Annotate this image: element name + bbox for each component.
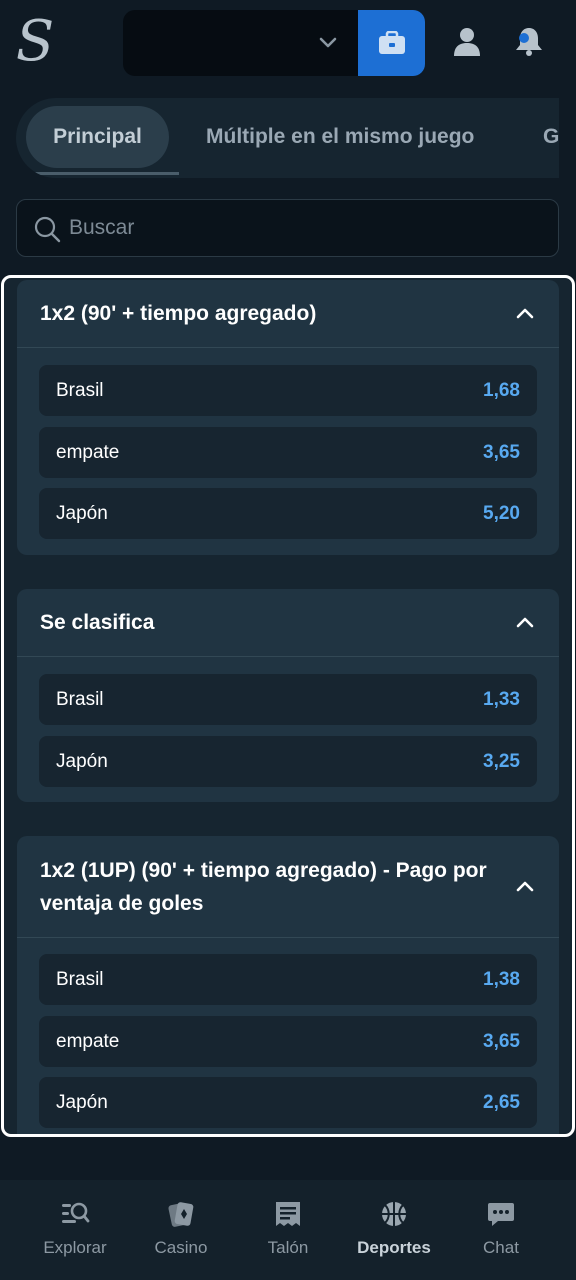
nav-explorar[interactable]: Explorar	[25, 1200, 125, 1258]
outcome-button[interactable]: Japón 2,65	[39, 1077, 537, 1128]
tab-same-game-multiple[interactable]: Múltiple en el mismo juego	[206, 106, 474, 168]
cards-icon	[168, 1202, 194, 1227]
market-card: Se clasifica Brasil 1,33 Japón 3,25	[17, 589, 559, 802]
basketball-icon	[382, 1202, 406, 1226]
search-input[interactable]	[69, 200, 539, 256]
outcome-odds: 3,25	[483, 750, 520, 772]
betslip-icon	[276, 1202, 300, 1226]
outcome-odds: 5,20	[483, 502, 520, 524]
nav-chat[interactable]: Chat	[451, 1200, 551, 1258]
outcome-button[interactable]: empate 3,65	[39, 427, 537, 478]
tab-principal[interactable]: Principal	[26, 106, 169, 168]
chevron-down-icon	[319, 37, 337, 48]
nav-label: Casino	[154, 1238, 208, 1257]
nav-label: Deportes	[357, 1238, 431, 1257]
nav-deportes[interactable]: Deportes	[344, 1200, 444, 1258]
bell-icon[interactable]	[512, 24, 546, 58]
market-card: 1x2 (90' + tiempo agregado) Brasil 1,68 …	[17, 280, 559, 555]
chevron-up-icon[interactable]	[515, 877, 535, 897]
balance-dropdown[interactable]	[123, 10, 359, 76]
outcome-name: Japón	[56, 750, 108, 772]
outcome-name: empate	[56, 441, 120, 463]
outcome-button[interactable]: Brasil 1,68	[39, 365, 537, 416]
market-header[interactable]: Se clasifica	[17, 589, 559, 657]
outcome-name: Brasil	[56, 688, 104, 710]
outcome-button[interactable]: Japón 5,20	[39, 488, 537, 539]
outcome-odds: 1,33	[483, 688, 520, 710]
outcome-name: Brasil	[56, 379, 104, 401]
user-icon[interactable]	[450, 24, 484, 58]
outcome-odds: 2,65	[483, 1091, 520, 1113]
wallet-icon	[378, 31, 405, 54]
search-icon	[34, 216, 61, 243]
chevron-up-icon[interactable]	[515, 304, 535, 324]
bottom-nav: Explorar Casino Talón Deportes Chat	[0, 1180, 576, 1280]
market-title: 1x2 (1UP) (90' + tiempo agregado) - Pago…	[40, 858, 487, 915]
brand-logo[interactable]: S	[12, 12, 58, 72]
search-bar	[16, 199, 559, 257]
outcome-odds: 3,65	[483, 1030, 520, 1052]
nav-label: Talón	[267, 1238, 309, 1257]
outcome-name: Japón	[56, 1091, 108, 1113]
nav-talon[interactable]: Talón	[238, 1200, 338, 1258]
nav-label: Chat	[483, 1238, 519, 1257]
market-title: 1x2 (90' + tiempo agregado)	[40, 302, 317, 325]
outcome-odds: 3,65	[483, 441, 520, 463]
outcome-button[interactable]: empate 3,65	[39, 1016, 537, 1067]
market-tabs: Principal Múltiple en el mismo juego G	[16, 98, 559, 178]
top-bar: S	[0, 0, 576, 84]
markets-list: 1x2 (90' + tiempo agregado) Brasil 1,68 …	[1, 275, 575, 1137]
outcome-odds: 1,38	[483, 968, 520, 990]
market-card: 1x2 (1UP) (90' + tiempo agregado) - Pago…	[17, 836, 559, 1134]
active-tab-indicator	[26, 172, 179, 175]
outcome-name: empate	[56, 1030, 120, 1052]
chevron-up-icon[interactable]	[515, 613, 535, 633]
market-header[interactable]: 1x2 (1UP) (90' + tiempo agregado) - Pago…	[17, 836, 559, 938]
tab-next[interactable]: G	[543, 106, 559, 168]
outcome-button[interactable]: Brasil 1,38	[39, 954, 537, 1005]
market-header[interactable]: 1x2 (90' + tiempo agregado)	[17, 280, 559, 348]
market-title: Se clasifica	[40, 611, 155, 634]
explore-icon	[62, 1202, 90, 1223]
wallet-button[interactable]	[358, 10, 425, 76]
nav-label: Explorar	[43, 1238, 107, 1257]
nav-casino[interactable]: Casino	[131, 1200, 231, 1258]
outcome-name: Japón	[56, 502, 108, 524]
outcome-button[interactable]: Japón 3,25	[39, 736, 537, 787]
outcome-odds: 1,68	[483, 379, 520, 401]
outcome-button[interactable]: Brasil 1,33	[39, 674, 537, 725]
chat-icon	[488, 1203, 514, 1226]
outcome-name: Brasil	[56, 968, 104, 990]
